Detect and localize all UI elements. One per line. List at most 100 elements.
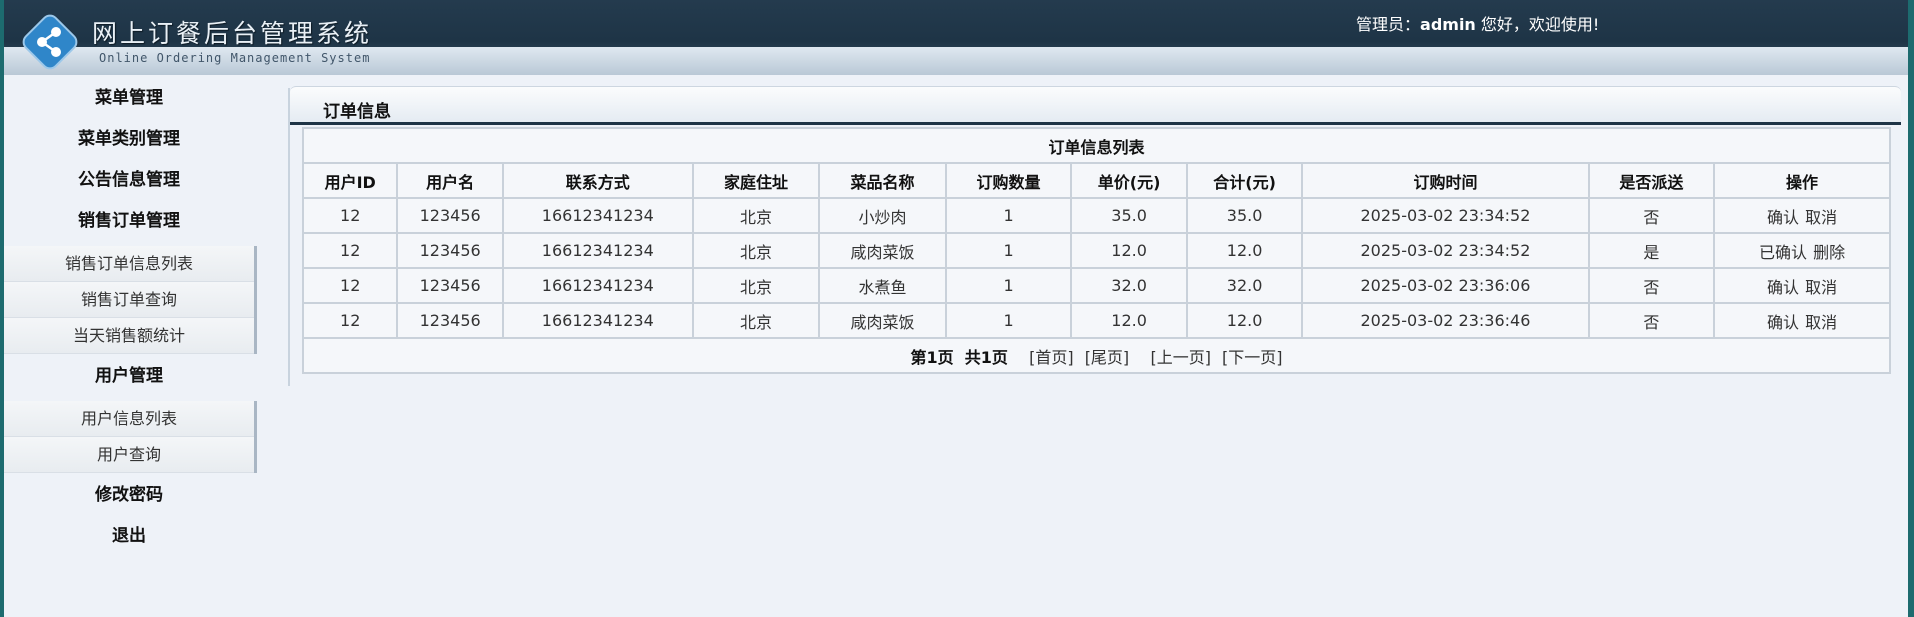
cell-username: 123456 [396, 232, 504, 269]
app-frame: 网上订餐后台管理系统 Online Ordering Management Sy… [4, 0, 1908, 617]
column-header: 操作 [1713, 162, 1891, 199]
cell-delivered: 否 [1587, 267, 1716, 304]
cell-time: 2025-03-02 23:36:06 [1301, 267, 1590, 304]
cell-address: 北京 [691, 267, 821, 304]
menu-item-category-mgmt[interactable]: 菜单类别管理 [4, 119, 254, 160]
orders-table: 订单信息列表 用户ID 用户名 联系方式 家庭住址 菜品名称 订购数量 单价(元… [301, 127, 1891, 374]
confirm-link[interactable]: 确认 [1767, 278, 1799, 297]
sidebar-divider [288, 88, 290, 386]
cell-total: 32.0 [1185, 267, 1304, 304]
submenu-item-order-query[interactable]: 销售订单查询 [4, 282, 254, 318]
welcome-text: 管理员：admin 您好，欢迎使用! [1356, 11, 1599, 35]
cell-phone: 16612341234 [501, 267, 694, 304]
table-row: 12 123456 16612341234 北京 咸肉菜饭 1 12.0 12.… [301, 302, 1891, 339]
app-title: 网上订餐后台管理系统 [92, 19, 373, 48]
table-row: 12 123456 16612341234 北京 咸肉菜饭 1 12.0 12.… [301, 232, 1891, 269]
cell-price: 12.0 [1070, 302, 1188, 339]
menu-item-menu-mgmt[interactable]: 菜单管理 [4, 78, 254, 119]
cell-address: 北京 [691, 197, 821, 234]
cell-dish: 水煮鱼 [818, 267, 947, 304]
last-page-link[interactable]: [尾页] [1085, 348, 1130, 367]
column-header: 单价(元) [1070, 162, 1188, 199]
cell-username: 123456 [396, 197, 504, 234]
cell-price: 35.0 [1070, 197, 1188, 234]
submenu-item-order-list[interactable]: 销售订单信息列表 [4, 246, 254, 282]
cell-qty: 1 [944, 267, 1073, 304]
menu-item-logout[interactable]: 退出 [4, 516, 254, 557]
current-page: 第1页 [910, 347, 954, 367]
cancel-link[interactable]: 取消 [1805, 278, 1837, 297]
panel-header [290, 86, 1901, 123]
confirmed-status: 已确认 [1759, 242, 1808, 262]
cell-time: 2025-03-02 23:34:52 [1301, 197, 1590, 234]
column-header: 是否派送 [1587, 162, 1716, 199]
cell-dish: 咸肉菜饭 [818, 302, 947, 339]
prev-page-link[interactable]: [上一页] [1150, 348, 1211, 367]
table-row: 12 123456 16612341234 北京 水煮鱼 1 32.0 32.0… [301, 267, 1891, 304]
submenu-item-daily-sales[interactable]: 当天销售额统计 [4, 318, 254, 354]
cell-address: 北京 [691, 232, 821, 269]
first-page-link[interactable]: [首页] [1029, 348, 1074, 367]
column-header: 用户名 [396, 162, 504, 199]
cell-phone: 16612341234 [501, 197, 694, 234]
cell-qty: 1 [944, 302, 1073, 339]
cell-qty: 1 [944, 232, 1073, 269]
welcome-prefix: 管理员： [1356, 15, 1421, 34]
cell-phone: 16612341234 [501, 302, 694, 339]
cell-delivered: 否 [1587, 302, 1716, 339]
column-header: 菜品名称 [818, 162, 947, 199]
user-submenu: 用户信息列表 用户查询 [4, 401, 257, 473]
pagination: 第1页 共1页 [首页] [尾页] [上一页] [下一页] [302, 337, 1891, 374]
cancel-link[interactable]: 取消 [1805, 208, 1837, 227]
cell-total: 12.0 [1185, 232, 1304, 269]
cell-price: 32.0 [1070, 267, 1188, 304]
cell-actions: 确认 取消 [1713, 267, 1891, 304]
table-header-row: 用户ID 用户名 联系方式 家庭住址 菜品名称 订购数量 单价(元) 合计(元)… [301, 162, 1891, 199]
panel-header-line [290, 122, 1901, 125]
confirm-link[interactable]: 确认 [1767, 208, 1799, 227]
table-caption: 订单信息列表 [302, 127, 1891, 164]
column-header: 订购数量 [944, 162, 1073, 199]
column-header: 合计(元) [1185, 162, 1304, 199]
cell-phone: 16612341234 [501, 232, 694, 269]
cell-user-id: 12 [301, 232, 399, 269]
column-header: 用户ID [301, 162, 399, 199]
cell-dish: 小炒肉 [818, 197, 947, 234]
welcome-suffix: 您好，欢迎使用! [1475, 15, 1600, 34]
cell-qty: 1 [944, 197, 1073, 234]
cell-actions: 确认 取消 [1713, 302, 1891, 339]
sidebar: 菜单管理 菜单类别管理 公告信息管理 销售订单管理 销售订单信息列表 销售订单查… [4, 78, 257, 617]
panel-title: 订单信息 [323, 102, 391, 122]
app-subtitle: Online Ordering Management System [99, 51, 371, 65]
logo-icon [22, 14, 78, 70]
total-pages: 共1页 [964, 347, 1008, 367]
submenu-item-user-list[interactable]: 用户信息列表 [4, 401, 254, 437]
cell-username: 123456 [396, 302, 504, 339]
admin-username: admin [1420, 15, 1476, 34]
menu-item-user-mgmt[interactable]: 用户管理 [4, 356, 254, 397]
delete-link[interactable]: 删除 [1813, 243, 1845, 262]
cell-delivered: 否 [1587, 197, 1716, 234]
cell-time: 2025-03-02 23:34:52 [1301, 232, 1590, 269]
menu-item-change-password[interactable]: 修改密码 [4, 475, 254, 516]
column-header: 联系方式 [501, 162, 694, 199]
cell-dish: 咸肉菜饭 [818, 232, 947, 269]
cell-user-id: 12 [301, 302, 399, 339]
cell-user-id: 12 [301, 197, 399, 234]
cell-actions: 已确认 删除 [1713, 232, 1891, 269]
cell-user-id: 12 [301, 267, 399, 304]
menu-item-sales-order-mgmt[interactable]: 销售订单管理 [4, 201, 254, 242]
cell-total: 12.0 [1185, 302, 1304, 339]
cell-actions: 确认 取消 [1713, 197, 1891, 234]
cell-price: 12.0 [1070, 232, 1188, 269]
cancel-link[interactable]: 取消 [1805, 313, 1837, 332]
header: 网上订餐后台管理系统 Online Ordering Management Sy… [4, 0, 1908, 75]
menu-item-notice-mgmt[interactable]: 公告信息管理 [4, 160, 254, 201]
column-header: 家庭住址 [691, 162, 821, 199]
cell-address: 北京 [691, 302, 821, 339]
confirm-link[interactable]: 确认 [1767, 313, 1799, 332]
submenu-item-user-query[interactable]: 用户查询 [4, 437, 254, 473]
table-row: 12 123456 16612341234 北京 小炒肉 1 35.0 35.0… [301, 197, 1891, 234]
column-header: 订购时间 [1301, 162, 1590, 199]
next-page-link[interactable]: [下一页] [1222, 348, 1283, 367]
